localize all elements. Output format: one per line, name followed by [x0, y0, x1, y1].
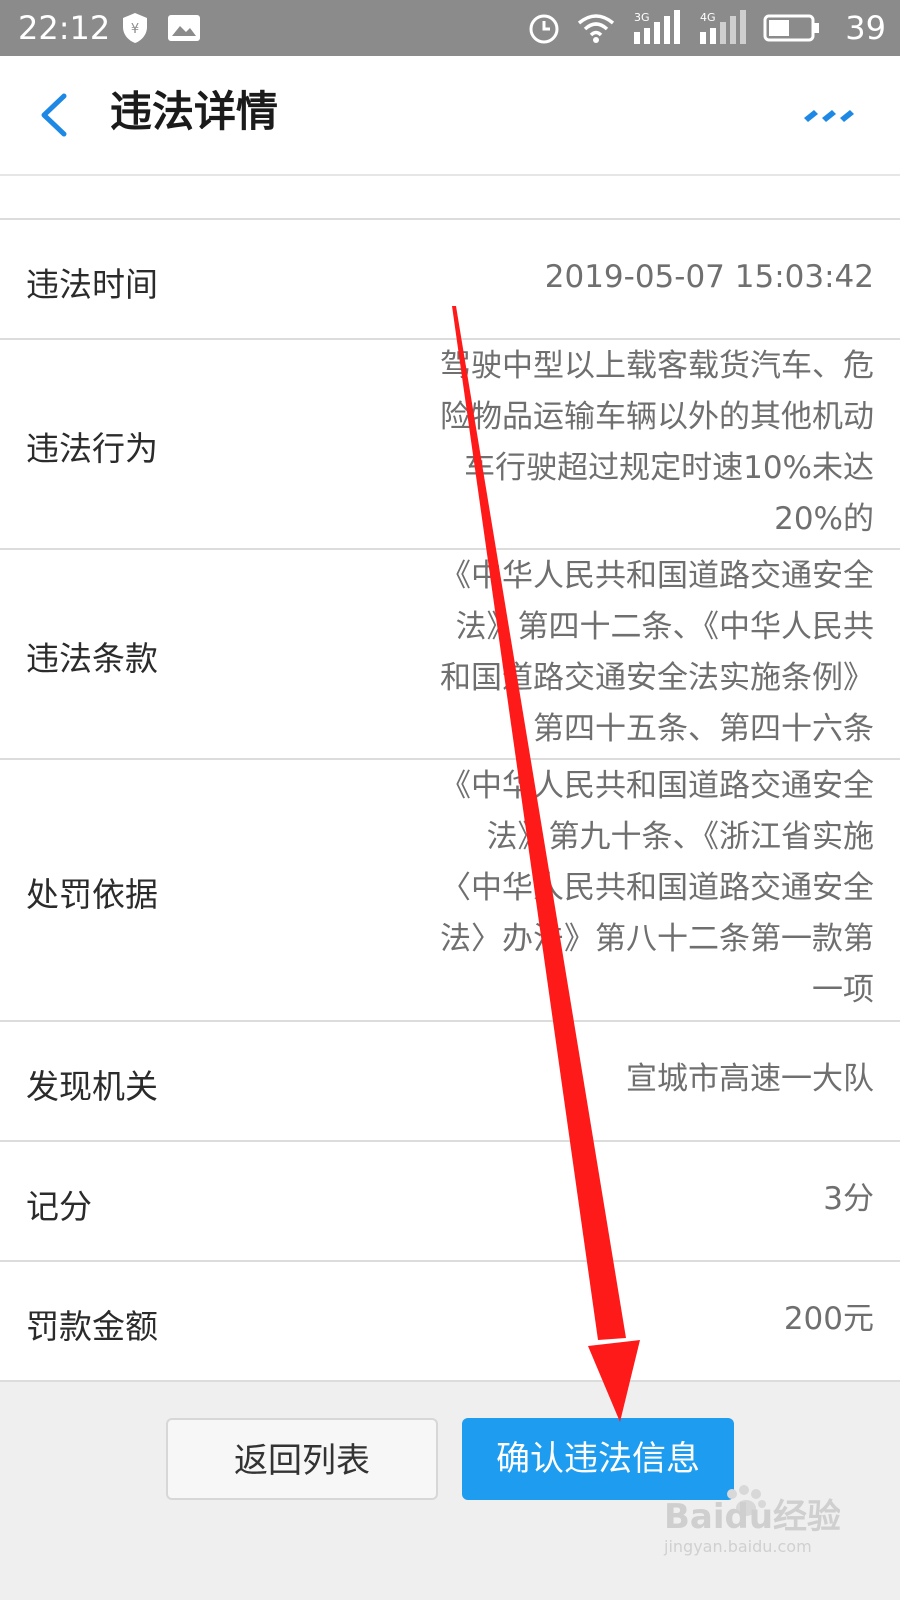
detail-label: 违法时间 — [26, 265, 158, 304]
more-dots-icon — [804, 110, 854, 122]
detail-label: 违法条款 — [26, 639, 158, 678]
detail-value-line: 《中华人民共和国道路交通安全 — [440, 558, 874, 594]
detail-value-line: 车行驶超过规定时速10%未达 — [464, 450, 874, 486]
detail-value: 宣城市高速一大队 — [384, 1054, 874, 1105]
detail-row-points: 记分 3分 — [0, 1142, 900, 1262]
back-to-list-button[interactable]: 返回列表 — [166, 1418, 438, 1500]
detail-value-line: 2019-05-07 15:03:42 — [544, 259, 874, 295]
detail-value-line: 法》第九十条、《浙江省实施 — [486, 819, 875, 855]
signal-4g-icon: 4G — [698, 10, 748, 46]
detail-label: 处罚依据 — [26, 875, 158, 914]
detail-row-clause: 违法条款 《中华人民共和国道路交通安全 法》第四十二条、《中华人民共 和国道路交… — [0, 550, 900, 760]
back-button[interactable] — [34, 90, 74, 140]
battery-percent: 39 — [845, 9, 886, 47]
signal-3g-icon: 3G — [632, 10, 682, 46]
detail-value: 《中华人民共和国道路交通安全 法》第九十条、《浙江省实施 〈中华人民共和国道路交… — [384, 761, 874, 1016]
alarm-icon — [526, 10, 562, 46]
detail-row-fine: 罚款金额 200元 — [0, 1262, 900, 1382]
battery-icon — [762, 10, 822, 46]
detail-value-line: 〈中华人民共和国道路交通安全 — [440, 870, 874, 906]
detail-row-penalty-basis: 处罚依据 《中华人民共和国道路交通安全 法》第九十条、《浙江省实施 〈中华人民共… — [0, 760, 900, 1022]
watermark-url: jingyan.baidu.com — [663, 1537, 812, 1556]
detail-value: 3分 — [384, 1174, 874, 1225]
shield-yen-icon: ¥ — [120, 10, 150, 46]
detail-label: 罚款金额 — [26, 1307, 158, 1346]
detail-value: 驾驶中型以上载客载货汽车、危 险物品运输车辆以外的其他机动 车行驶超过规定时速1… — [384, 341, 874, 545]
page-title: 违法详情 — [110, 87, 279, 136]
detail-value-line: 法》第四十二条、《中华人民共 — [455, 609, 875, 645]
paw-logo-icon: Baidu经验 jingyan.baidu.com — [663, 1485, 841, 1556]
nav-bar: 违法详情 — [0, 56, 900, 176]
detail-value-line: 险物品运输车辆以外的其他机动 — [440, 399, 874, 435]
detail-label: 发现机关 — [26, 1067, 158, 1106]
baidu-jingyan-watermark: Baidu经验 jingyan.baidu.com — [660, 1478, 841, 1558]
detail-value-line: 20%的 — [774, 501, 874, 537]
detail-value-line: 驾驶中型以上载客载货汽车、危 — [440, 348, 874, 384]
status-time: 22:12 — [18, 9, 111, 47]
svg-text:3G: 3G — [634, 11, 650, 24]
status-bar: 22:12 ¥ 3G 4G 39 — [0, 0, 900, 56]
detail-value: 200元 — [384, 1294, 874, 1345]
chevron-left-icon — [41, 93, 67, 137]
detail-value-line: 法〉办法》第八十二条第一款第 — [440, 921, 874, 957]
section-divider — [0, 176, 900, 220]
detail-value-line: 3分 — [823, 1181, 874, 1217]
detail-value-line: 《中华人民共和国道路交通安全 — [440, 768, 874, 804]
image-icon — [166, 10, 202, 46]
detail-row-behavior: 违法行为 驾驶中型以上载客载货汽车、危 险物品运输车辆以外的其他机动 车行驶超过… — [0, 340, 900, 550]
action-footer: 返回列表 确认违法信息 Baidu经验 jingyan.baidu.com — [0, 1382, 900, 1600]
svg-text:4G: 4G — [700, 11, 716, 24]
detail-label: 违法行为 — [26, 429, 158, 468]
detail-label: 记分 — [26, 1187, 92, 1226]
wifi-icon — [576, 10, 616, 46]
detail-value-line: 第四十五条、第四十六条 — [533, 711, 874, 747]
detail-row-time: 违法时间 2019-05-07 15:03:42 — [0, 220, 900, 340]
more-button[interactable] — [800, 96, 860, 132]
detail-value: 2019-05-07 15:03:42 — [384, 252, 874, 303]
detail-row-authority: 发现机关 宣城市高速一大队 — [0, 1022, 900, 1142]
watermark-brand: Baidu经验 — [664, 1497, 840, 1537]
detail-value-line: 200元 — [783, 1301, 874, 1337]
detail-value: 《中华人民共和国道路交通安全 法》第四十二条、《中华人民共 和国道路交通安全法实… — [384, 551, 874, 755]
detail-value-line: 一项 — [812, 972, 874, 1008]
svg-text:¥: ¥ — [131, 22, 139, 37]
detail-value-line: 和国道路交通安全法实施条例》 — [440, 660, 874, 696]
detail-value-line: 宣城市高速一大队 — [626, 1061, 874, 1097]
